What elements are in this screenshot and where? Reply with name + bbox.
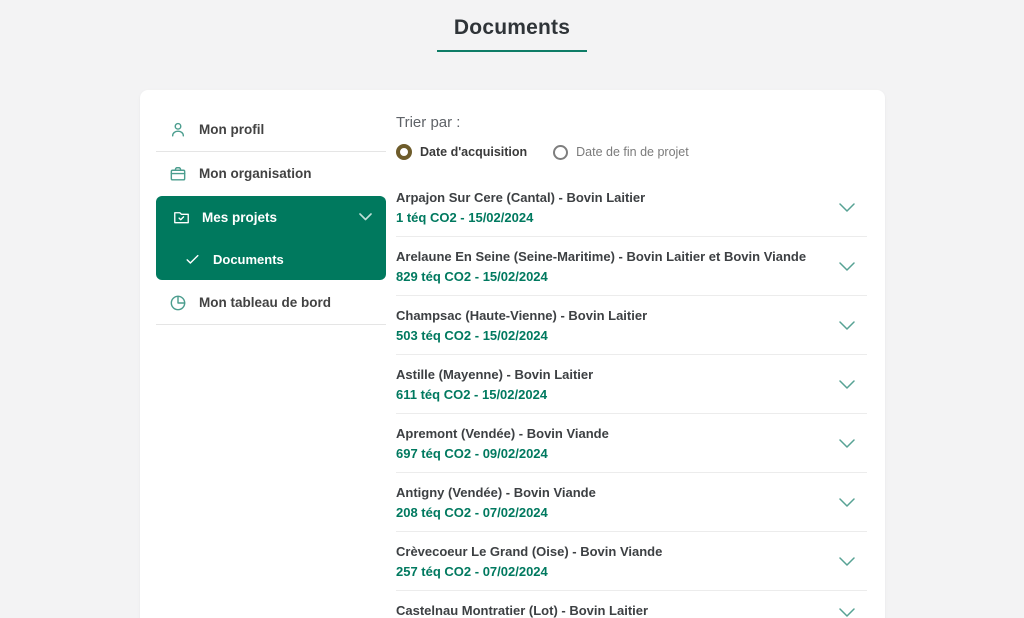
content-card: Mon profil Mon organisation Mes projets …: [140, 90, 885, 618]
sidebar-divider: [156, 324, 386, 325]
page-title: Documents: [453, 16, 571, 39]
chevron-down-icon[interactable]: [839, 380, 855, 389]
project-row[interactable]: Astille (Mayenne) - Bovin Laitier 611 té…: [396, 355, 867, 414]
radio-selected-icon[interactable]: [396, 144, 412, 160]
chevron-down-icon[interactable]: [839, 607, 855, 617]
project-title: Crèvecoeur Le Grand (Oise) - Bovin Viand…: [396, 544, 663, 559]
project-title: Antigny (Vendée) - Bovin Viande: [396, 485, 596, 500]
sidebar-item-mon-tableau-de-bord[interactable]: Mon tableau de bord: [156, 281, 386, 324]
sidebar-group-mes-projets: Mes projets Documents: [156, 196, 386, 280]
sidebar-item-label: Documents: [213, 251, 284, 267]
sidebar-item-mon-profil[interactable]: Mon profil: [156, 108, 386, 151]
sidebar-item-label: Mon profil: [199, 122, 265, 137]
project-title: Astille (Mayenne) - Bovin Laitier: [396, 367, 594, 382]
project-row[interactable]: Arpajon Sur Cere (Cantal) - Bovin Laitie…: [396, 178, 867, 237]
project-title: Arpajon Sur Cere (Cantal) - Bovin Laitie…: [396, 190, 646, 205]
sort-by-label: Trier par :: [396, 114, 461, 131]
project-subtitle: 257 téq CO2 - 07/02/2024: [396, 564, 548, 579]
project-subtitle: 611 téq CO2 - 15/02/2024: [396, 387, 548, 402]
project-text: Apremont (Vendée) - Bovin Viande 697 téq…: [396, 425, 609, 462]
chevron-down-icon[interactable]: [839, 498, 855, 507]
project-text: Arelaune En Seine (Seine-Maritime) - Bov…: [396, 248, 806, 285]
check-icon: [184, 251, 201, 268]
sidebar-item-label: Mes projets: [202, 209, 278, 225]
chevron-down-icon[interactable]: [839, 557, 855, 566]
project-text: Crèvecoeur Le Grand (Oise) - Bovin Viand…: [396, 543, 662, 580]
project-row[interactable]: Arelaune En Seine (Seine-Maritime) - Bov…: [396, 237, 867, 296]
sidebar-item-mes-projets[interactable]: Mes projets: [156, 196, 386, 238]
sidebar-item-documents[interactable]: Documents: [156, 238, 386, 280]
project-row[interactable]: Apremont (Vendée) - Bovin Viande 697 téq…: [396, 414, 867, 473]
project-text: Astille (Mayenne) - Bovin Laitier 611 té…: [396, 366, 593, 403]
main-content: Trier par : Date d'acquisition Date de f…: [396, 108, 867, 618]
project-subtitle: 1 téq CO2 - 15/02/2024: [396, 210, 534, 225]
sidebar-item-label: Mon organisation: [199, 166, 312, 181]
folder-check-icon: [172, 208, 191, 227]
project-title: Arelaune En Seine (Seine-Maritime) - Bov…: [396, 249, 807, 264]
project-list: Arpajon Sur Cere (Cantal) - Bovin Laitie…: [396, 178, 867, 618]
pie-chart-icon: [168, 293, 188, 313]
project-text: Antigny (Vendée) - Bovin Viande 208 téq …: [396, 484, 596, 521]
chevron-down-icon[interactable]: [359, 213, 372, 221]
project-subtitle: 503 téq CO2 - 15/02/2024: [396, 328, 548, 343]
sidebar-item-mon-organisation[interactable]: Mon organisation: [156, 152, 386, 195]
title-underline: [437, 50, 587, 52]
chevron-down-icon[interactable]: [839, 321, 855, 330]
sidebar-item-label: Mon tableau de bord: [199, 295, 332, 310]
radio-label: Date d'acquisition: [420, 145, 528, 159]
chevron-down-icon[interactable]: [839, 439, 855, 448]
chevron-down-icon[interactable]: [839, 203, 855, 212]
project-row[interactable]: Crèvecoeur Le Grand (Oise) - Bovin Viand…: [396, 532, 867, 591]
project-text: Champsac (Haute-Vienne) - Bovin Laitier …: [396, 307, 647, 344]
project-subtitle: 829 téq CO2 - 15/02/2024: [396, 269, 548, 284]
project-subtitle: 697 téq CO2 - 09/02/2024: [396, 446, 548, 461]
project-row[interactable]: Antigny (Vendée) - Bovin Viande 208 téq …: [396, 473, 867, 532]
radio-unselected-icon[interactable]: [553, 144, 569, 160]
chevron-down-icon[interactable]: [839, 262, 855, 271]
project-text: Castelnau Montratier (Lot) - Bovin Laiti…: [396, 602, 648, 618]
project-subtitle: 208 téq CO2 - 07/02/2024: [396, 505, 548, 520]
project-title: Champsac (Haute-Vienne) - Bovin Laitier: [396, 308, 648, 323]
project-title: Castelnau Montratier (Lot) - Bovin Laiti…: [396, 603, 649, 618]
sort-options: Date d'acquisition Date de fin de projet: [396, 144, 867, 160]
project-text: Arpajon Sur Cere (Cantal) - Bovin Laitie…: [396, 189, 645, 226]
person-icon: [168, 120, 188, 140]
radio-date-acquisition[interactable]: Date d'acquisition: [396, 144, 527, 160]
project-row[interactable]: Castelnau Montratier (Lot) - Bovin Laiti…: [396, 591, 867, 618]
sidebar: Mon profil Mon organisation Mes projets …: [156, 108, 386, 618]
briefcase-icon: [168, 164, 188, 184]
radio-date-fin-projet[interactable]: Date de fin de projet: [553, 144, 689, 160]
project-title: Apremont (Vendée) - Bovin Viande: [396, 426, 609, 441]
project-row[interactable]: Champsac (Haute-Vienne) - Bovin Laitier …: [396, 296, 867, 355]
radio-label: Date de fin de projet: [576, 145, 689, 159]
page-header: Documents: [0, 0, 1024, 52]
